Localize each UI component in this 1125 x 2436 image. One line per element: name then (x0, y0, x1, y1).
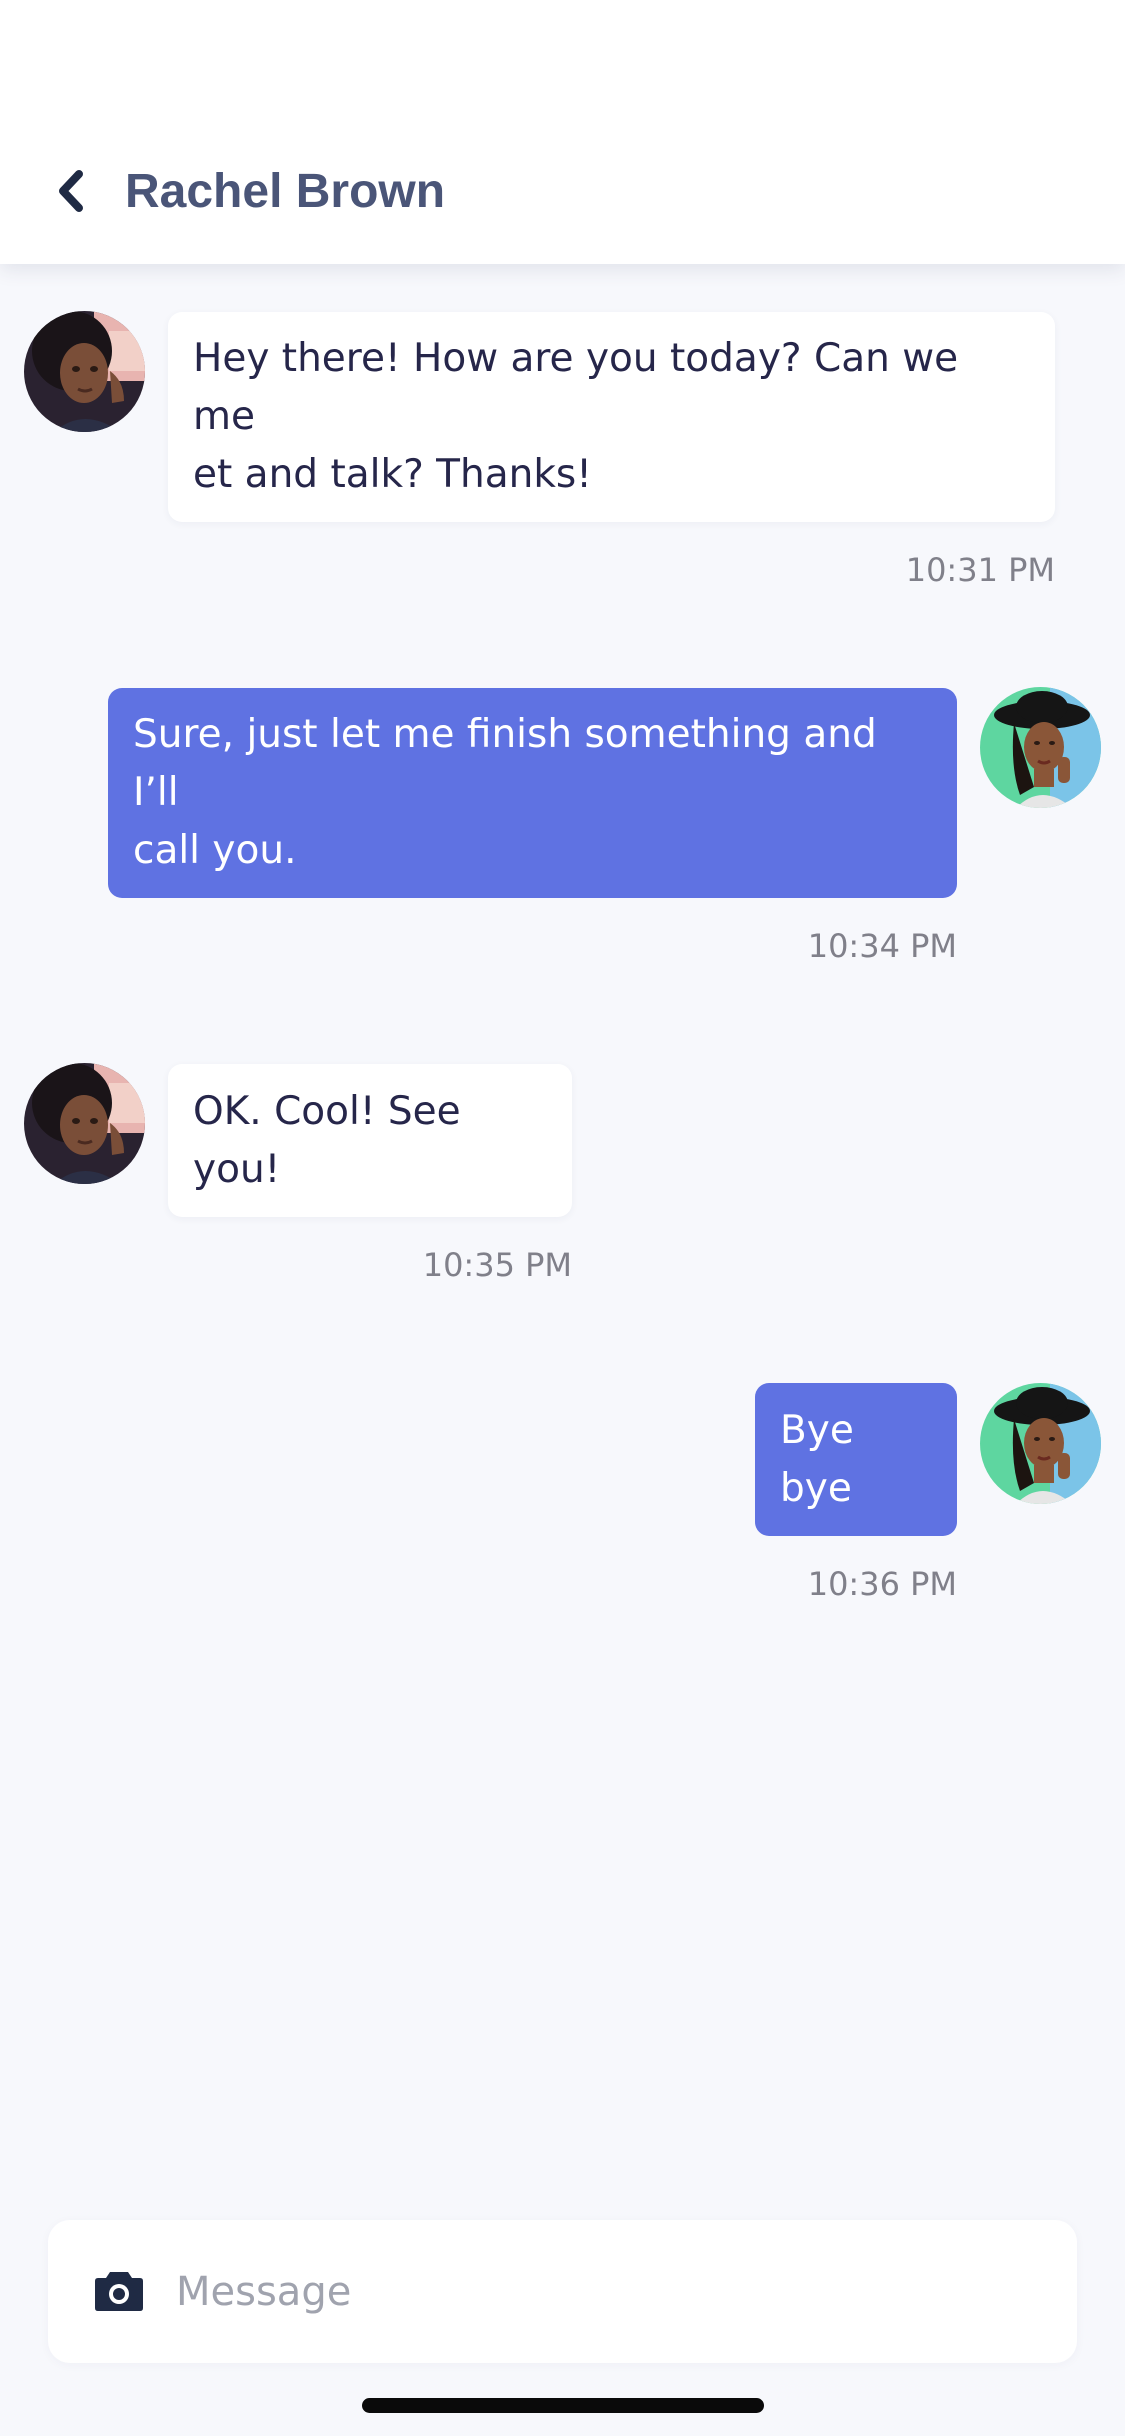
message-bubble-outgoing[interactable]: Sure, just let me finish something and I… (108, 688, 957, 898)
chat-header: Rachel Brown (0, 0, 1125, 264)
message-timestamp: 10:34 PM (807, 927, 957, 965)
camera-button[interactable] (94, 2268, 144, 2312)
message-bubble-incoming[interactable]: OK. Cool! See you! (168, 1064, 572, 1217)
user-avatar[interactable] (980, 1383, 1101, 1504)
message-composer (48, 2220, 1077, 2363)
message-text-line: call you. (133, 828, 297, 873)
message-timestamp: 10:36 PM (807, 1565, 957, 1603)
message-timestamp: 10:35 PM (422, 1246, 572, 1284)
contact-avatar[interactable] (24, 311, 145, 432)
message-bubble-incoming[interactable]: Hey there! How are you today? Can we me … (168, 312, 1055, 522)
message-text-line: Bye bye (780, 1407, 854, 1511)
home-indicator[interactable] (362, 2398, 764, 2413)
message-text-line: OK. Cool! See you! (193, 1088, 461, 1192)
back-button[interactable] (40, 158, 100, 224)
message-text-line: Hey there! How are you today? Can we me (193, 336, 959, 439)
contact-name: Rachel Brown (125, 165, 446, 218)
message-bubble-outgoing[interactable]: Bye bye (755, 1383, 957, 1536)
chevron-left-icon (59, 170, 83, 212)
message-text-line: et and talk? Thanks! (193, 452, 592, 497)
message-timestamp: 10:31 PM (905, 551, 1055, 589)
camera-icon (95, 2272, 143, 2311)
chat-screen: Rachel Brown Hey there! How are you toda… (0, 0, 1125, 2436)
user-avatar[interactable] (980, 687, 1101, 808)
message-input[interactable] (176, 2250, 1036, 2334)
contact-avatar[interactable] (24, 1063, 145, 1184)
message-text-line: Sure, just let me finish something and I… (133, 712, 877, 815)
